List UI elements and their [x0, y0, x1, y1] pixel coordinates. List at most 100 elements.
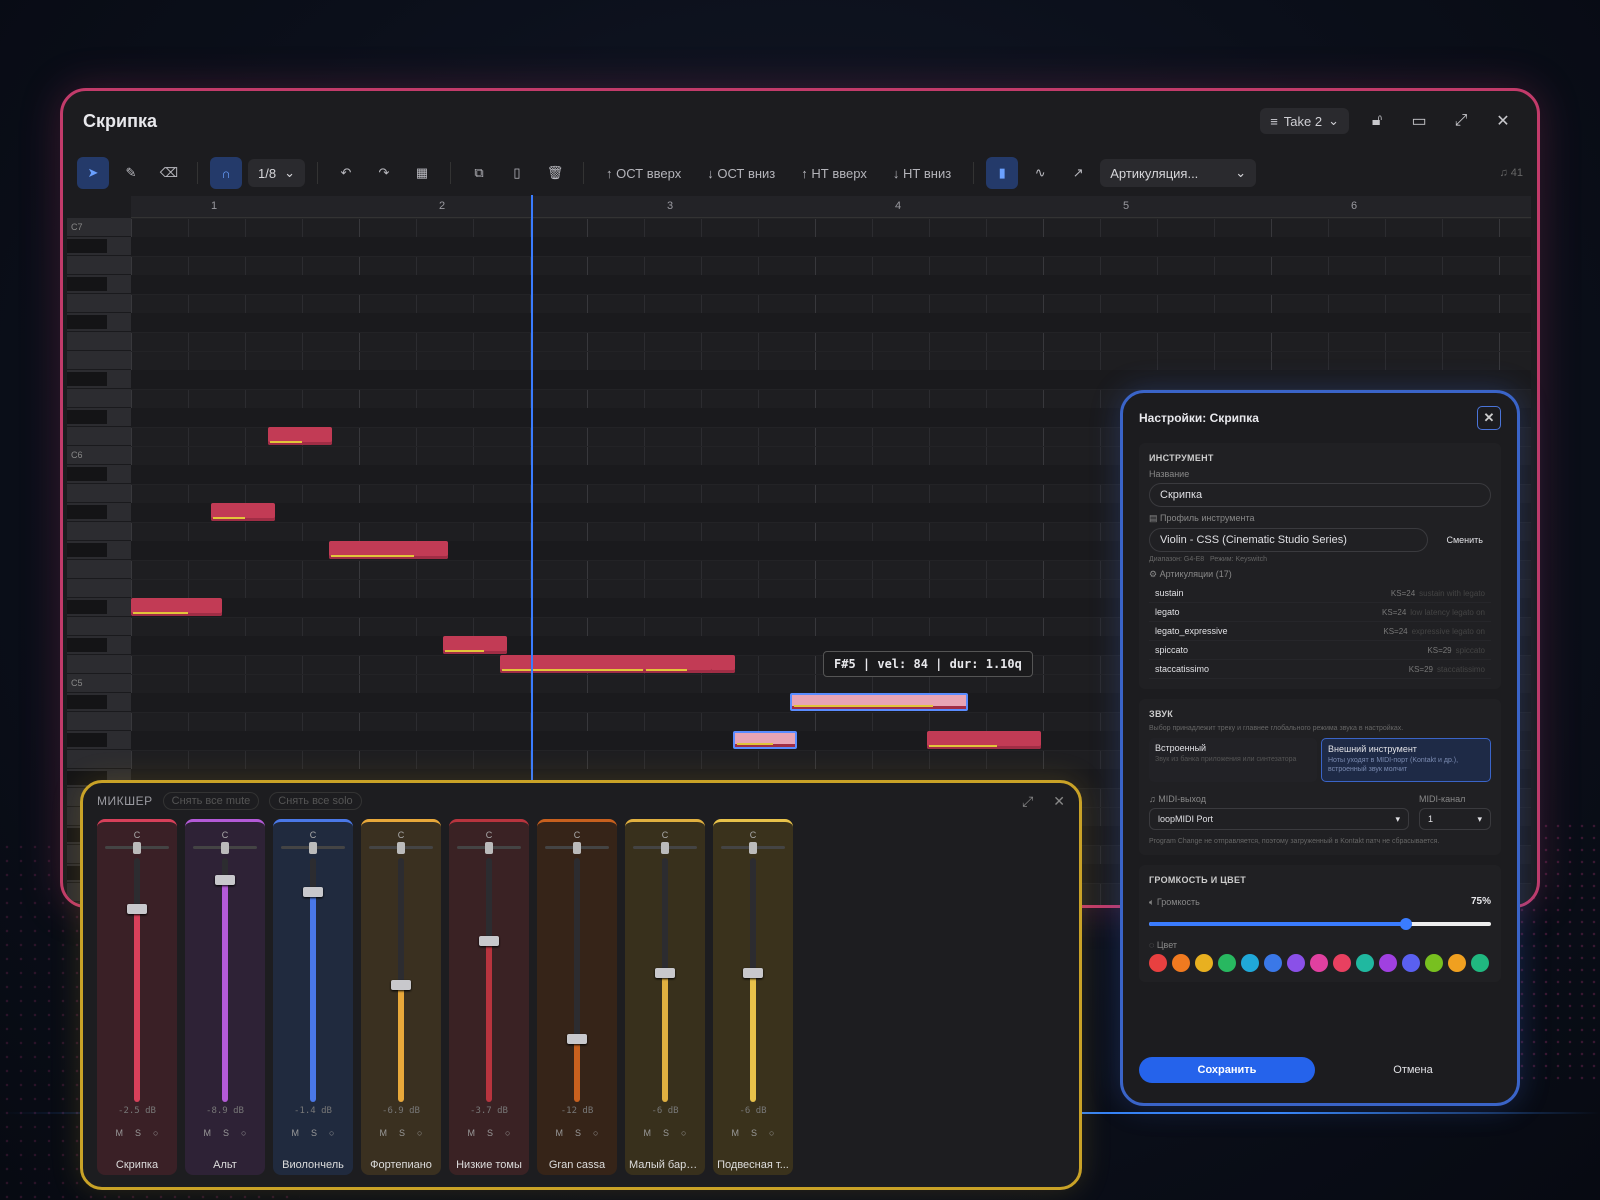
midi-note[interactable]	[732, 731, 797, 749]
piano-key[interactable]	[67, 750, 131, 769]
trend-icon[interactable]: ↗	[1062, 157, 1094, 189]
midi-note[interactable]	[329, 541, 448, 559]
piano-black-key[interactable]	[67, 372, 107, 386]
piano-key[interactable]	[67, 389, 131, 408]
copy-icon[interactable]: ⧉	[463, 157, 495, 189]
piano-key[interactable]	[67, 560, 131, 579]
solo-button[interactable]: S	[311, 1128, 317, 1138]
piano-black-key[interactable]	[67, 733, 107, 747]
pan-knob[interactable]	[221, 842, 229, 854]
fader-knob[interactable]	[743, 968, 763, 978]
midi-note[interactable]	[267, 427, 332, 445]
fader-knob[interactable]	[303, 887, 323, 897]
solo-button[interactable]: S	[223, 1128, 229, 1138]
lock-icon[interactable]: 🔓︎	[1363, 107, 1391, 135]
volume-slider[interactable]	[1149, 918, 1491, 930]
record-arm-icon[interactable]: ○	[681, 1128, 686, 1138]
piano-black-key[interactable]	[67, 410, 107, 424]
articulation-row[interactable]: legato_expressive KS=24 expressive legato …	[1149, 622, 1491, 641]
cancel-button[interactable]: Отмена	[1325, 1064, 1501, 1076]
color-swatch[interactable]	[1471, 954, 1489, 972]
record-arm-icon[interactable]: ○	[329, 1128, 334, 1138]
close-icon[interactable]: ✕	[1053, 793, 1065, 810]
octave-down-button[interactable]: ↓ ОСТ вниз	[697, 166, 785, 181]
color-swatch[interactable]	[1379, 954, 1397, 972]
piano-key[interactable]	[67, 256, 131, 275]
color-swatch[interactable]	[1218, 954, 1236, 972]
close-icon[interactable]: ✕	[1477, 406, 1501, 430]
name-input[interactable]: Скрипка	[1149, 483, 1491, 507]
mute-button[interactable]: M	[732, 1128, 740, 1138]
record-arm-icon[interactable]: ○	[153, 1128, 158, 1138]
color-swatch[interactable]	[1448, 954, 1466, 972]
eraser-icon[interactable]: ⌫	[153, 157, 185, 189]
piano-key[interactable]	[67, 579, 131, 598]
piano-key[interactable]	[67, 712, 131, 731]
pan-knob[interactable]	[133, 842, 141, 854]
waveform-icon[interactable]: ∿	[1024, 157, 1056, 189]
fader-knob[interactable]	[655, 968, 675, 978]
piano-key[interactable]	[67, 294, 131, 313]
fader-knob[interactable]	[567, 1034, 587, 1044]
pencil-icon[interactable]: ✎	[115, 157, 147, 189]
solo-button[interactable]: S	[751, 1128, 757, 1138]
midi-note[interactable]	[210, 503, 275, 521]
expand-icon[interactable]: ⤢	[1022, 793, 1033, 810]
external-sound-option[interactable]: Внешний инструмент Ноты уходят в MIDI-по…	[1321, 738, 1491, 782]
undo-icon[interactable]: ↶	[330, 157, 362, 189]
fader-knob[interactable]	[479, 936, 499, 946]
fader-knob[interactable]	[127, 904, 147, 914]
articulation-select[interactable]: Артикуляция... ⌄	[1100, 159, 1257, 187]
grid-icon[interactable]: ▦	[406, 157, 438, 189]
midi-note[interactable]	[443, 636, 508, 654]
volume-knob[interactable]	[1399, 918, 1412, 930]
redo-icon[interactable]: ↷	[368, 157, 400, 189]
piano-black-key[interactable]	[67, 315, 107, 329]
record-arm-icon[interactable]: ○	[241, 1128, 246, 1138]
midi-out-select[interactable]: loopMIDI Port ▾	[1149, 808, 1409, 830]
pan-knob[interactable]	[397, 842, 405, 854]
change-profile-button[interactable]: Сменить	[1438, 535, 1491, 545]
pan-knob[interactable]	[485, 842, 493, 854]
midi-note[interactable]	[131, 598, 223, 616]
mute-button[interactable]: M	[380, 1128, 388, 1138]
expand-icon[interactable]: ⤢	[1447, 107, 1475, 135]
solo-button[interactable]: S	[575, 1128, 581, 1138]
piano-key[interactable]	[67, 522, 131, 541]
solo-button[interactable]: S	[399, 1128, 405, 1138]
mute-button[interactable]: M	[644, 1128, 652, 1138]
solo-button[interactable]: S	[135, 1128, 141, 1138]
trash-icon[interactable]: 🗑︎	[539, 157, 571, 189]
articulation-row[interactable]: legato KS=24 low latency legato on	[1149, 603, 1491, 622]
midi-note[interactable]	[644, 655, 713, 673]
select-tool-icon[interactable]: ➤	[77, 157, 109, 189]
color-swatch[interactable]	[1287, 954, 1305, 972]
mute-button[interactable]: M	[204, 1128, 212, 1138]
color-swatch[interactable]	[1172, 954, 1190, 972]
piano-key[interactable]	[67, 484, 131, 503]
piano-black-key[interactable]	[67, 543, 107, 557]
piano-black-key[interactable]	[67, 695, 107, 709]
midi-note[interactable]	[926, 731, 1041, 749]
close-icon[interactable]: ✕	[1489, 107, 1517, 135]
profile-input[interactable]: Violin - CSS (Cinematic Studio Series)	[1149, 528, 1429, 552]
save-button[interactable]: Сохранить	[1139, 1057, 1315, 1083]
midi-channel-select[interactable]: 1 ▾	[1419, 808, 1491, 830]
color-swatch[interactable]	[1264, 954, 1282, 972]
snap-magnet-icon[interactable]: ∩	[210, 157, 242, 189]
quantize-select[interactable]: 1/8 ⌄	[248, 159, 305, 187]
color-swatch[interactable]	[1356, 954, 1374, 972]
articulation-row[interactable]: spiccato KS=29 spiccato	[1149, 641, 1491, 660]
color-swatch[interactable]	[1425, 954, 1443, 972]
pan-knob[interactable]	[661, 842, 669, 854]
articulation-row[interactable]: staccatissimo KS=29 staccatissimo	[1149, 660, 1491, 679]
articulation-list[interactable]: sustain KS=24 sustain with legato legato KS=…	[1149, 584, 1491, 679]
piano-key[interactable]	[67, 655, 131, 674]
color-swatch[interactable]	[1402, 954, 1420, 972]
piano-black-key[interactable]	[67, 467, 107, 481]
color-swatch[interactable]	[1195, 954, 1213, 972]
color-swatch[interactable]	[1149, 954, 1167, 972]
piano-black-key[interactable]	[67, 638, 107, 652]
mute-button[interactable]: M	[556, 1128, 564, 1138]
mute-button[interactable]: M	[292, 1128, 300, 1138]
